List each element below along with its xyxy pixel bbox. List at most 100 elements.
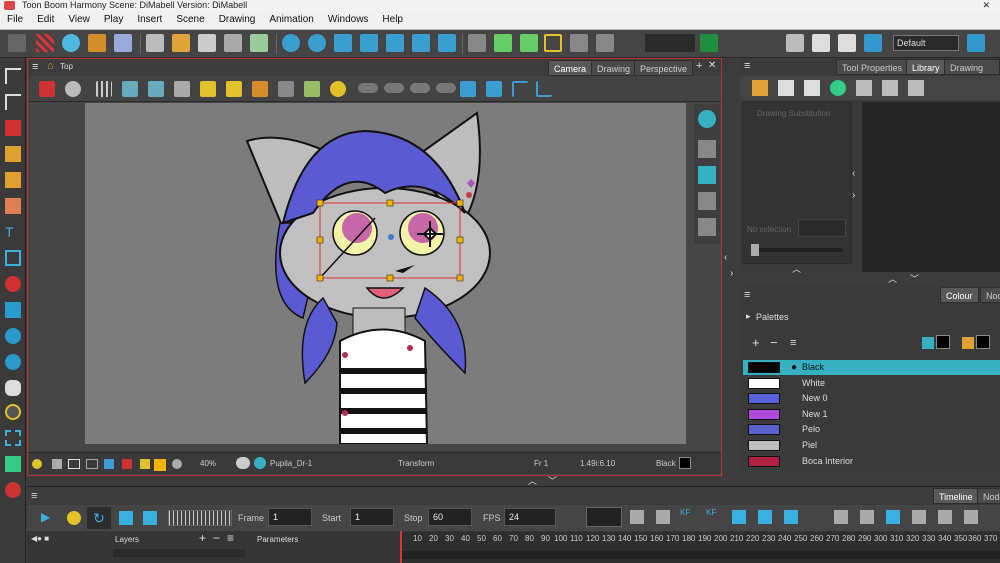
- tool-icon[interactable]: [468, 34, 486, 52]
- layer-menu-icon[interactable]: ≡: [227, 531, 234, 545]
- menu-edit[interactable]: Edit: [30, 11, 61, 29]
- transform-tool-icon[interactable]: [5, 404, 21, 420]
- collapse-right-icon[interactable]: ›: [852, 190, 855, 201]
- swatch-row[interactable]: White: [743, 376, 1000, 391]
- rotate-icon[interactable]: [386, 34, 404, 52]
- align-icon[interactable]: [570, 34, 588, 52]
- dropper-colour-icon[interactable]: [922, 337, 934, 349]
- layers-scrollbar[interactable]: [113, 549, 245, 557]
- tab-tool-properties[interactable]: Tool Properties: [836, 59, 909, 75]
- line-colour-swatch[interactable]: [936, 335, 950, 349]
- start-input[interactable]: 1: [350, 508, 394, 526]
- transform-icon[interactable]: [438, 34, 456, 52]
- insert-icon[interactable]: [834, 510, 848, 524]
- tab-library[interactable]: Library: [906, 59, 946, 75]
- new-icon[interactable]: [146, 34, 164, 52]
- copy-frame-icon[interactable]: [630, 510, 644, 524]
- tab-timeline[interactable]: Timeline: [933, 488, 979, 504]
- swatch-row[interactable]: ● Black: [743, 360, 1000, 375]
- stop-motion-icon[interactable]: [758, 510, 772, 524]
- view-opt-2-icon[interactable]: [384, 83, 404, 93]
- current-colour-swatch[interactable]: [679, 457, 691, 469]
- brush-icon[interactable]: [88, 34, 106, 52]
- frame-icon[interactable]: [68, 459, 80, 469]
- panel-menu-icon[interactable]: ≡: [744, 60, 750, 72]
- frame-input[interactable]: 1: [268, 508, 312, 526]
- breadcrumb[interactable]: Top: [60, 62, 73, 71]
- view-opt-4-icon[interactable]: [436, 83, 456, 93]
- lock-status-icon[interactable]: [140, 459, 150, 469]
- cube3-icon[interactable]: [698, 218, 716, 236]
- tab-node-view[interactable]: Node: [977, 488, 1000, 504]
- onion-status-icon[interactable]: [122, 459, 132, 469]
- timeline-scrollbar[interactable]: [401, 551, 1000, 559]
- rotate-status-icon[interactable]: [172, 459, 182, 469]
- shape-icon[interactable]: [304, 81, 320, 97]
- pencil-red-icon[interactable]: [39, 81, 55, 97]
- close-icon[interactable]: ✕: [982, 0, 990, 11]
- menu-play[interactable]: Play: [97, 11, 130, 29]
- layer-toggles-icon[interactable]: ◀● ■: [31, 534, 49, 543]
- tab-drawing-substitution[interactable]: Drawing Subs: [944, 59, 1000, 89]
- grid-view-icon[interactable]: [882, 80, 898, 96]
- menu-help[interactable]: Help: [375, 11, 410, 29]
- spark-icon[interactable]: [67, 511, 81, 525]
- cube-active-icon[interactable]: [698, 166, 716, 184]
- copy-icon[interactable]: [812, 34, 830, 52]
- brush-tool-icon[interactable]: [5, 120, 21, 136]
- menu-windows[interactable]: Windows: [321, 11, 376, 29]
- zoom-level[interactable]: 40%: [200, 459, 216, 468]
- save-icon[interactable]: [198, 34, 216, 52]
- stack-status-icon[interactable]: [52, 459, 62, 469]
- menu-scene[interactable]: Scene: [169, 11, 211, 29]
- grid-icon[interactable]: [96, 81, 112, 97]
- library-slider-handle[interactable]: [751, 244, 759, 256]
- bulb-status-icon[interactable]: [32, 459, 42, 469]
- loop-icon[interactable]: ↻: [87, 507, 111, 529]
- collapse-left-icon[interactable]: ‹: [852, 168, 855, 179]
- fps-select[interactable]: 24: [504, 508, 556, 526]
- pen-icon[interactable]: [114, 34, 132, 52]
- gear-icon[interactable]: [65, 81, 81, 97]
- cube2-icon[interactable]: [698, 192, 716, 210]
- timeline-menu-icon[interactable]: ≡: [31, 490, 37, 502]
- target-icon[interactable]: [308, 34, 326, 52]
- import-icon[interactable]: [250, 34, 268, 52]
- palettes-expander-icon[interactable]: ▸: [746, 311, 751, 322]
- easing-dropdown[interactable]: [586, 507, 622, 527]
- camera-status-icon[interactable]: [104, 459, 114, 469]
- key-icon[interactable]: [494, 34, 512, 52]
- swatch-row[interactable]: Boca Interior: [743, 454, 1000, 469]
- folder-icon[interactable]: [752, 80, 768, 96]
- zoom-icon[interactable]: [5, 354, 21, 370]
- brush-colour-icon[interactable]: [962, 337, 974, 349]
- settings-icon[interactable]: [236, 457, 250, 469]
- rectangle-icon[interactable]: [5, 250, 21, 266]
- tab-node[interactable]: Node: [980, 287, 1000, 303]
- page-icon[interactable]: [804, 80, 820, 96]
- splitter-right-icon[interactable]: ›: [730, 268, 733, 279]
- view-opt-3-icon[interactable]: [410, 83, 430, 93]
- colour-swatch-dropdown[interactable]: [645, 34, 695, 52]
- cutter-icon[interactable]: [5, 430, 21, 446]
- swatch-row[interactable]: Pelo: [743, 422, 1000, 437]
- motion-icon[interactable]: [732, 510, 746, 524]
- add-layer-icon[interactable]: +: [199, 531, 206, 545]
- flip-v-icon[interactable]: [486, 81, 502, 97]
- library-icon[interactable]: [864, 34, 882, 52]
- pencil-tool-icon[interactable]: [5, 146, 21, 162]
- paste-frame-icon[interactable]: [656, 510, 670, 524]
- library-tree[interactable]: Drawing Substitution No selection: [742, 102, 852, 264]
- crosshair-icon[interactable]: [282, 34, 300, 52]
- palette-menu-icon[interactable]: ≡: [790, 337, 796, 349]
- expand-down-icon-2[interactable]: ﹀: [910, 272, 919, 285]
- pin-icon[interactable]: [412, 34, 430, 52]
- playhead[interactable]: [400, 531, 402, 563]
- safe-frame-icon[interactable]: [86, 459, 98, 469]
- grid-red-icon[interactable]: [36, 34, 54, 52]
- refresh-icon[interactable]: [830, 80, 846, 96]
- scissors-icon[interactable]: [786, 34, 804, 52]
- text-tool-icon[interactable]: T: [5, 224, 21, 240]
- list-icon[interactable]: [856, 80, 872, 96]
- scale-icon[interactable]: [334, 34, 352, 52]
